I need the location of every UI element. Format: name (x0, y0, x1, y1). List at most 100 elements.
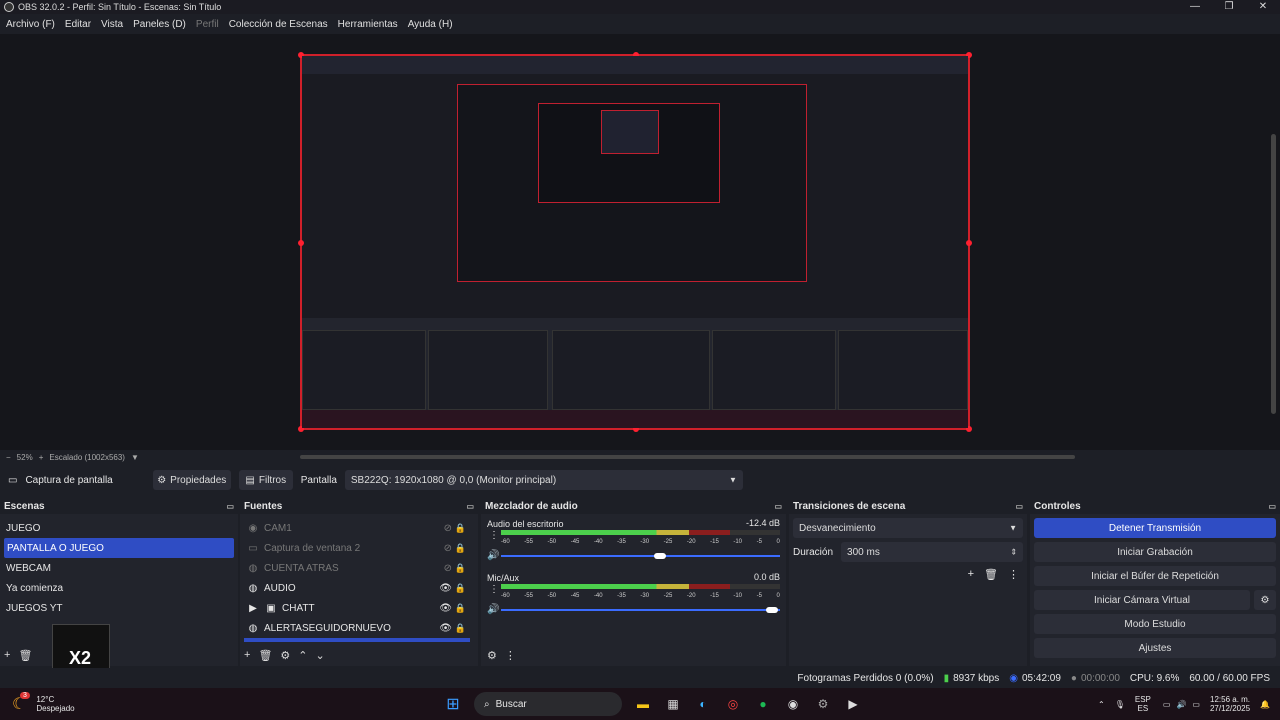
obs-taskbar-icon[interactable]: ◉ (783, 694, 803, 714)
battery-icon[interactable]: ▭ (1192, 700, 1200, 709)
resize-handle[interactable] (298, 240, 304, 246)
kebab-menu-icon[interactable]: ⋮ (1008, 568, 1019, 581)
volume-icon[interactable]: 🔊 (1176, 700, 1186, 709)
kebab-menu-icon[interactable]: ⋮ (489, 584, 499, 595)
virtual-camera-button[interactable]: Iniciar Cámara Virtual (1034, 590, 1250, 610)
replay-buffer-button[interactable]: Iniciar el Búfer de Repetición (1034, 566, 1276, 586)
volume-knob[interactable] (654, 553, 667, 559)
lock-icon[interactable]: 🔒 (455, 583, 466, 594)
lock-icon[interactable]: 🔒 (455, 603, 466, 614)
lock-icon[interactable]: 🔒 (455, 623, 466, 634)
kebab-menu-icon[interactable]: ⋮ (505, 649, 516, 662)
duration-input[interactable]: 300 ms ⇕ (841, 542, 1024, 562)
file-explorer-icon[interactable]: ▬ (633, 694, 653, 714)
add-transition-button[interactable]: + (968, 568, 974, 581)
tray-chevron-icon[interactable]: ⌃ (1098, 700, 1105, 709)
eye-icon[interactable]: 👁 (439, 583, 452, 594)
store-icon[interactable]: ▦ (663, 694, 683, 714)
menu-profile[interactable]: Perfil (196, 19, 219, 30)
menu-view[interactable]: Vista (101, 19, 123, 30)
display-select[interactable]: SB222Q: 1920x1080 @ 0,0 (Monitor princip… (344, 470, 743, 490)
resize-handle[interactable] (966, 240, 972, 246)
menu-edit[interactable]: Editar (65, 19, 91, 30)
settings-icon[interactable]: ⚙ (813, 694, 833, 714)
volume-slider[interactable] (501, 607, 780, 613)
source-item[interactable]: ▶ ▣ CHATT 👁 🔒 (240, 598, 478, 618)
menu-docks[interactable]: Paneles (D) (133, 19, 186, 30)
lock-icon[interactable]: 🔒 (455, 563, 466, 574)
scene-item[interactable]: Ya comienza (0, 578, 238, 598)
weather-widget[interactable]: ☾ 3 12°C Despejado (12, 692, 132, 714)
speaker-icon[interactable]: 🔊 (487, 550, 499, 561)
selected-source-row[interactable] (244, 638, 470, 642)
eye-hidden-icon[interactable]: ⊘ (444, 523, 452, 534)
language-indicator[interactable]: ESP ES (1135, 695, 1151, 713)
settings-button[interactable]: Ajustes (1034, 638, 1276, 658)
zoom-out-button[interactable]: − (6, 453, 11, 462)
scene-item[interactable]: JUEGOS YT (0, 598, 238, 618)
scene-item[interactable]: WEBCAM (0, 558, 238, 578)
trash-icon[interactable]: 🗑 (18, 649, 32, 662)
dock-menu-icon[interactable]: ▭ (1015, 502, 1023, 511)
move-up-icon[interactable]: ⌃ (298, 649, 307, 662)
add-source-button[interactable]: + (244, 649, 250, 662)
properties-button[interactable]: ⚙ Propiedades (152, 470, 231, 490)
start-recording-button[interactable]: Iniciar Grabación (1034, 542, 1276, 562)
trash-icon[interactable]: 🗑 (258, 649, 272, 662)
preview-canvas[interactable] (0, 34, 1280, 450)
eye-icon[interactable]: 👁 (439, 603, 452, 614)
source-item[interactable]: ◍ ALERTASEGUIDORNUEVO 👁 🔒 (240, 618, 478, 638)
windows-start-icon[interactable]: ⊞ (443, 694, 463, 714)
minimize-button[interactable]: — (1178, 0, 1212, 14)
eye-hidden-icon[interactable]: ⊘ (444, 563, 452, 574)
maximize-button[interactable]: ❐ (1212, 0, 1246, 14)
scene-item-selected[interactable]: PANTALLA O JUEGO (4, 538, 234, 558)
chevron-right-icon[interactable]: ▶ (246, 603, 260, 614)
advanced-audio-icon[interactable]: ⚙ (487, 649, 497, 662)
transition-select[interactable]: Desvanecimiento ▼ (793, 518, 1023, 538)
speaker-icon[interactable]: 🔊 (487, 604, 499, 615)
zoom-in-button[interactable]: + (39, 453, 44, 462)
volume-knob[interactable] (766, 607, 779, 613)
menu-tools[interactable]: Herramientas (338, 19, 398, 30)
clock[interactable]: 12:56 a. m. 27/12/2025 (1210, 695, 1250, 713)
dock-menu-icon[interactable]: ▭ (1268, 502, 1276, 511)
dock-menu-icon[interactable]: ▭ (466, 502, 474, 511)
vertical-scrollbar[interactable] (1271, 134, 1276, 414)
gear-icon[interactable]: ⚙ (1254, 590, 1276, 610)
move-down-icon[interactable]: ⌄ (316, 649, 325, 662)
lock-icon[interactable]: 🔒 (455, 523, 466, 534)
notifications-icon[interactable]: 🔔 (1260, 700, 1270, 709)
dock-menu-icon[interactable]: ▭ (774, 502, 782, 511)
media-player-icon[interactable]: ▶ (843, 694, 863, 714)
studio-mode-button[interactable]: Modo Estudio (1034, 614, 1276, 634)
filters-button[interactable]: ▤ Filtros (238, 470, 293, 490)
chrome-icon[interactable]: ◎ (723, 694, 743, 714)
menu-help[interactable]: Ayuda (H) (408, 19, 453, 30)
horizontal-scrollbar[interactable] (300, 455, 1075, 459)
taskbar-search[interactable]: ⌕ Buscar (474, 692, 622, 716)
volume-slider[interactable] (501, 553, 780, 559)
gear-icon[interactable]: ⚙ (280, 649, 290, 662)
stop-streaming-button[interactable]: Detener Transmisión (1034, 518, 1276, 538)
eye-icon[interactable]: 👁 (439, 623, 452, 634)
scene-item[interactable]: JUEGO (0, 518, 238, 538)
zoom-dropdown-icon[interactable]: ▼ (131, 453, 139, 462)
menu-file[interactable]: Archivo (F) (6, 19, 55, 30)
screen-capture-source[interactable] (298, 52, 972, 432)
source-item[interactable]: ◉ CAM1 ⊘ 🔒 (240, 518, 478, 538)
source-item[interactable]: ◍ AUDIO 👁 🔒 (240, 578, 478, 598)
microphone-icon[interactable]: 🎙 (1115, 700, 1125, 709)
kebab-menu-icon[interactable]: ⋮ (489, 530, 499, 541)
spotify-icon[interactable]: ● (753, 694, 773, 714)
dock-menu-icon[interactable]: ▭ (226, 502, 234, 511)
trash-icon[interactable]: 🗑 (984, 568, 998, 581)
close-button[interactable]: ✕ (1246, 0, 1280, 14)
eye-hidden-icon[interactable]: ⊘ (444, 543, 452, 554)
edge-icon[interactable]: ◐ (693, 694, 713, 714)
source-item[interactable]: ▭ Captura de ventana 2 ⊘ 🔒 (240, 538, 478, 558)
lock-icon[interactable]: 🔒 (455, 543, 466, 554)
network-icon[interactable]: ▭ (1163, 700, 1171, 709)
source-item[interactable]: ◍ CUENTA ATRAS ⊘ 🔒 (240, 558, 478, 578)
stepper-icon[interactable]: ⇕ (1010, 548, 1017, 557)
